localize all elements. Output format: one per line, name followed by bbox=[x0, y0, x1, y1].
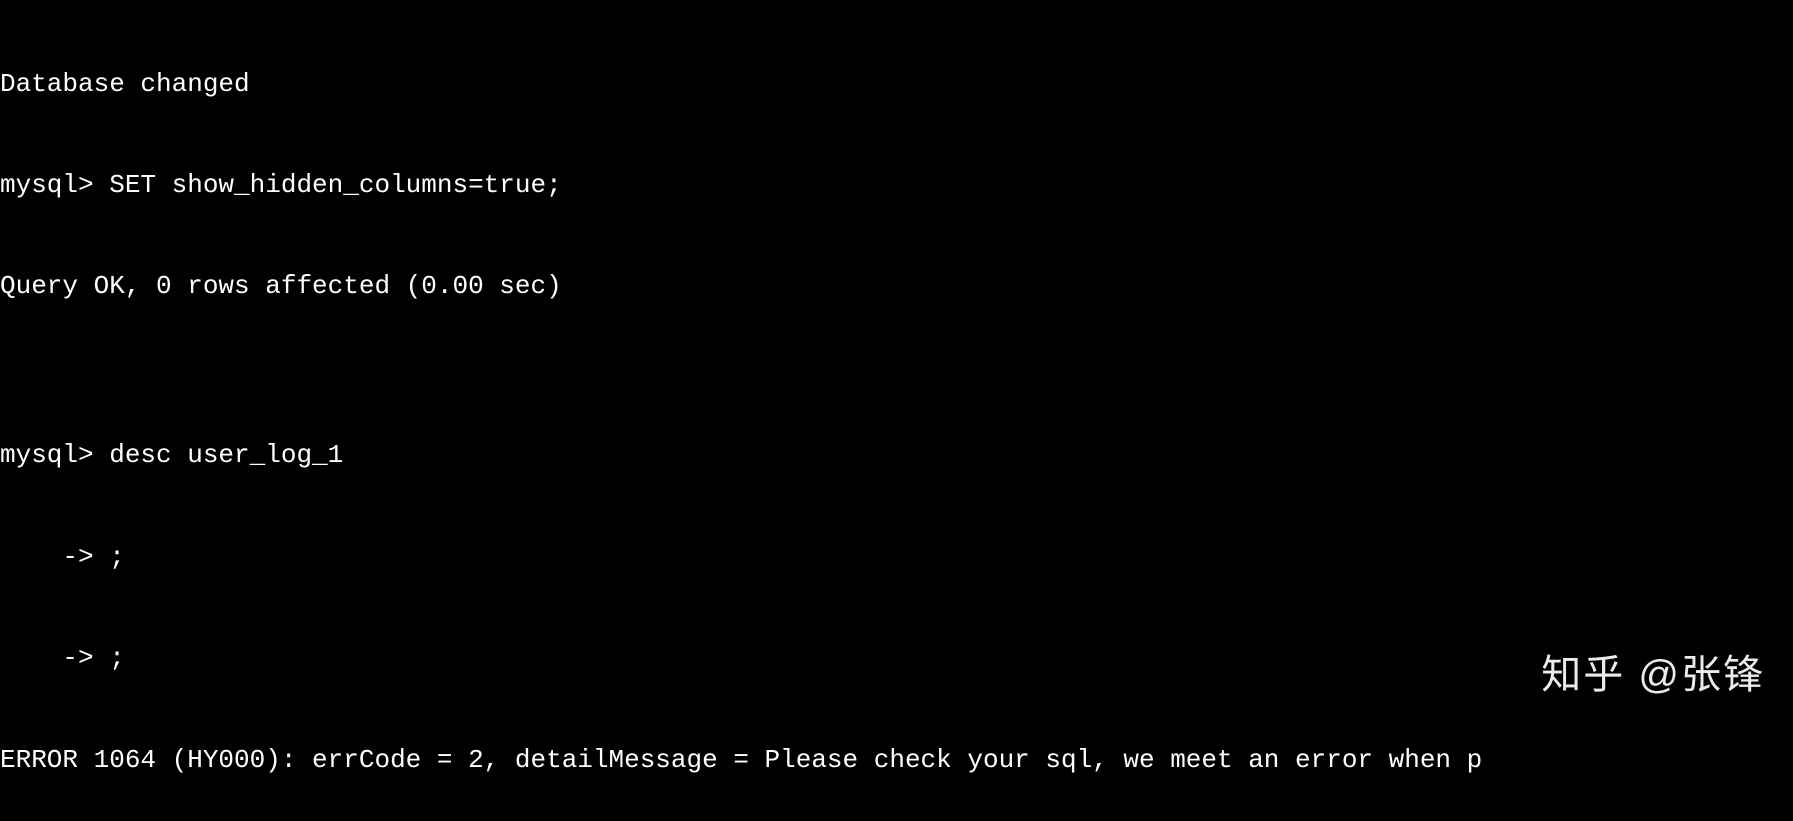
error-line: ERROR 1064 (HY000): errCode = 2, detailM… bbox=[0, 744, 1793, 778]
output-line: -> ; bbox=[0, 541, 1793, 575]
output-line: mysql> desc user_log_1 bbox=[0, 439, 1793, 473]
output-line: mysql> SET show_hidden_columns=true; bbox=[0, 169, 1793, 203]
output-line: Database changed bbox=[0, 68, 1793, 102]
watermark-text: 知乎 @张锋 bbox=[1541, 649, 1765, 701]
terminal-output[interactable]: Database changed mysql> SET show_hidden_… bbox=[0, 0, 1793, 821]
output-line: Query OK, 0 rows affected (0.00 sec) bbox=[0, 270, 1793, 304]
output-line: -> ; bbox=[0, 642, 1793, 676]
